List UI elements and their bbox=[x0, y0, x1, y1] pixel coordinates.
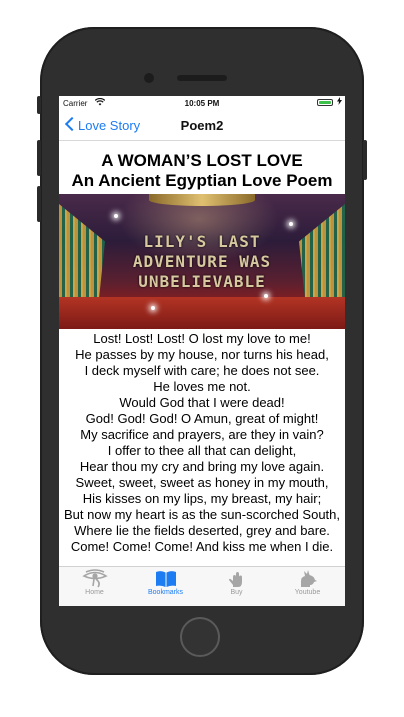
tab-home[interactable]: Home bbox=[59, 569, 130, 596]
status-bar: Carrier 10:05 PM bbox=[59, 96, 345, 110]
poem-line: God! God! God! O Amun, great of might! bbox=[85, 411, 319, 426]
front-camera bbox=[144, 73, 154, 83]
eye-of-horus-icon bbox=[59, 569, 130, 589]
home-button[interactable] bbox=[180, 617, 220, 657]
tab-youtube[interactable]: Youtube bbox=[272, 569, 343, 596]
tab-bar: Home Bookmarks Buy Youtube bbox=[59, 566, 345, 606]
poem-line: Sweet, sweet, sweet as honey in my mouth… bbox=[75, 475, 329, 490]
power-button bbox=[363, 140, 367, 180]
poem-line: Where lie the fields deserted, grey and … bbox=[74, 523, 330, 538]
tab-label: Buy bbox=[230, 589, 243, 596]
tab-label: Youtube bbox=[294, 589, 321, 596]
poem-line: He passes by my house, nor turns his hea… bbox=[75, 347, 329, 362]
poem-line: But now my heart is as the sun-scorched … bbox=[63, 507, 341, 522]
poem-title-line2: An Ancient Egyptian Love Poem bbox=[71, 171, 333, 190]
navigation-bar: Love Story Poem2 bbox=[59, 110, 345, 141]
charging-icon bbox=[337, 97, 342, 107]
anubis-icon bbox=[272, 569, 343, 589]
volume-up-button bbox=[37, 140, 41, 176]
poem-line: Come! Come! Come! And kiss me when I die… bbox=[70, 539, 334, 554]
poem-line: Would God that I were dead! bbox=[119, 395, 285, 410]
poem-scroll-view[interactable]: A WOMAN’S LOST LOVE An Ancient Egyptian … bbox=[59, 141, 345, 566]
battery-icon bbox=[317, 99, 333, 106]
poem-line: I offer to thee all that can delight, bbox=[107, 443, 297, 458]
banner-text: LILY'S LAST ADVENTURE WAS UNBELIEVABLE bbox=[132, 232, 272, 291]
hand-icon bbox=[201, 569, 272, 589]
clock: 10:05 PM bbox=[184, 99, 220, 108]
poem-line: Lost! Lost! Lost! O lost my love to me! bbox=[93, 331, 311, 346]
tab-buy[interactable]: Buy bbox=[201, 569, 272, 596]
poem-line: Hear thou my cry and bring my love again… bbox=[79, 459, 325, 474]
page-title: Poem2 bbox=[180, 118, 224, 133]
tab-label: Bookmarks bbox=[147, 589, 183, 596]
volume-down-button bbox=[37, 186, 41, 222]
poem-title-line1: A WOMAN’S LOST LOVE bbox=[101, 151, 303, 170]
poem-line: My sacrifice and prayers, are they in va… bbox=[80, 427, 324, 442]
poem-line: His kisses on my lips, my breast, my hai… bbox=[82, 491, 322, 506]
tab-label: Home bbox=[85, 589, 104, 596]
screen: Carrier 10:05 PM Love Story Poem2 A WOMA… bbox=[59, 96, 345, 606]
mute-switch bbox=[37, 96, 41, 114]
earpiece-speaker bbox=[177, 75, 227, 81]
poem-banner-image: LILY'S LAST ADVENTURE WAS UNBELIEVABLE bbox=[59, 194, 345, 329]
poem-title: A WOMAN’S LOST LOVE An Ancient Egyptian … bbox=[59, 151, 345, 191]
poem-line: He loves me not. bbox=[153, 379, 251, 394]
tab-bookmarks[interactable]: Bookmarks bbox=[130, 569, 201, 596]
book-icon bbox=[130, 569, 201, 589]
poem-line: I deck myself with care; he does not see… bbox=[84, 363, 320, 378]
poem-body: Lost! Lost! Lost! O lost my love to me! … bbox=[59, 331, 345, 555]
